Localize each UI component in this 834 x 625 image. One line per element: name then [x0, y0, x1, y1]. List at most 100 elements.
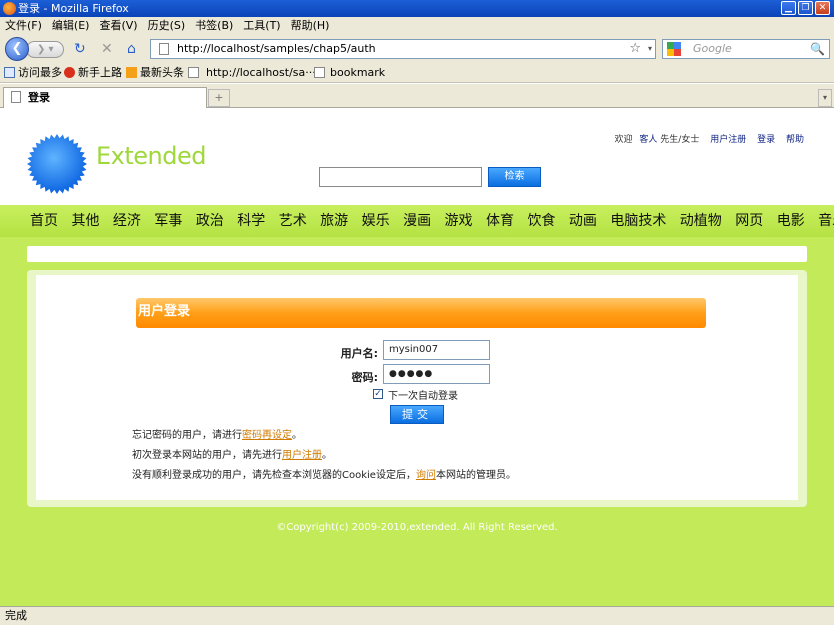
window-title: 登录 - Mozilla Firefox: [18, 2, 129, 15]
note-text: 本网站的管理员。: [435, 470, 516, 481]
menu-edit[interactable]: 编辑(E): [47, 17, 95, 35]
nav-item-military[interactable]: 军事: [154, 213, 182, 229]
nav-item-science[interactable]: 科学: [237, 213, 265, 229]
register-user-link[interactable]: 用户注册: [282, 450, 322, 461]
menu-view[interactable]: 查看(V): [94, 17, 142, 35]
tab-list-button[interactable]: ▾: [818, 89, 832, 107]
nav-item-comics[interactable]: 漫画: [403, 213, 431, 229]
new-tab-button[interactable]: +: [208, 89, 230, 107]
nav-item-web[interactable]: 网页: [735, 213, 763, 229]
web-page: Extended 欢迎 客人 先生/女士 用户注册 登录 帮助 检索 首页 其他…: [0, 108, 834, 606]
google-icon[interactable]: [667, 42, 681, 56]
reset-password-link[interactable]: 密码再设定: [242, 430, 292, 441]
help-link[interactable]: 帮助: [786, 135, 804, 145]
bookmark-label: 最新头条: [140, 66, 184, 79]
url-bar[interactable]: http://localhost/samples/chap5/auth ☆ ▾: [150, 39, 656, 59]
bookmarks-toolbar: 访问最多 新手上路 最新头条 http://localhost/sa··· bo…: [0, 62, 834, 83]
nav-item-animation[interactable]: 动画: [569, 213, 597, 229]
stop-icon[interactable]: ✕: [101, 41, 113, 57]
url-text: http://localhost/samples/chap5/auth: [177, 42, 376, 55]
logo-text: Extended: [96, 142, 207, 170]
username-input[interactable]: mysin007: [383, 340, 490, 360]
nav-item-travel[interactable]: 旅游: [320, 213, 348, 229]
status-bar: 完成: [0, 606, 834, 625]
register-link[interactable]: 用户注册: [710, 135, 746, 145]
page-icon: [188, 67, 199, 78]
login-link[interactable]: 登录: [757, 135, 775, 145]
nav-item-politics[interactable]: 政治: [196, 213, 224, 229]
navigation-toolbar: ❯ ▾ ❮ ↻ ✕ ⌂ http://localhost/samples/cha…: [0, 35, 834, 62]
menu-bookmarks[interactable]: 书签(B): [190, 17, 238, 35]
contact-admin-link[interactable]: 询问: [416, 470, 436, 481]
nav-item-home[interactable]: 首页: [30, 213, 58, 229]
remember-label: 下一次自动登录: [388, 391, 458, 402]
bookmark-most-visited[interactable]: 访问最多: [4, 62, 62, 83]
bookmark-getting-started[interactable]: 新手上路: [64, 62, 122, 83]
page-icon: [159, 43, 169, 55]
copyright-text: ©Copyright(c) 2009-2010,extended. All Ri…: [276, 522, 558, 533]
browser-search-input[interactable]: Google 🔍: [662, 39, 830, 59]
window-controls: ▁ ❐ ✕: [781, 1, 830, 15]
back-button[interactable]: ❮: [5, 37, 29, 61]
search-icon[interactable]: 🔍: [810, 40, 825, 58]
nav-item-food[interactable]: 饮食: [527, 213, 555, 229]
password-input[interactable]: ●●●●●: [383, 364, 490, 384]
nav-item-movies[interactable]: 电影: [777, 213, 805, 229]
rss-icon: [126, 67, 137, 78]
password-label: 密码:: [351, 371, 378, 384]
sir-text: 先生/女士: [660, 135, 700, 145]
firefox-icon: [3, 2, 16, 15]
nav-item-music[interactable]: 音乐: [818, 213, 834, 229]
bookmark-bookmark[interactable]: bookmark: [314, 62, 385, 83]
submit-button[interactable]: 提交: [390, 405, 444, 424]
site-search-button[interactable]: 检索: [488, 167, 541, 187]
bookmark-star-icon[interactable]: ☆: [629, 40, 641, 58]
logo-star-icon: [27, 134, 87, 194]
menu-tools[interactable]: 工具(T): [238, 17, 285, 35]
username-label: 用户名:: [340, 347, 378, 360]
note-text: 。: [292, 430, 302, 441]
bookmark-latest-headlines[interactable]: 最新头条: [126, 62, 184, 83]
note-cookie: 没有顺利登录成功的用户，请先检查本浏览器的Cookie设定后，询问本网站的管理员…: [132, 466, 516, 481]
remember-checkbox[interactable]: ✓: [373, 389, 383, 399]
minimize-button[interactable]: ▁: [781, 1, 796, 15]
nav-item-economy[interactable]: 经济: [113, 213, 141, 229]
bookmark-label: 新手上路: [78, 66, 122, 79]
nav-item-sports[interactable]: 体育: [486, 213, 514, 229]
nav-item-other[interactable]: 其他: [71, 213, 99, 229]
tab-bar: 登录 + ▾: [0, 84, 834, 108]
page-icon: [11, 91, 21, 103]
url-dropdown-icon[interactable]: ▾: [648, 40, 652, 58]
menu-bar: 文件(F) 编辑(E) 查看(V) 历史(S) 书签(B) 工具(T) 帮助(H…: [0, 17, 834, 35]
nav-item-nature[interactable]: 动植物: [680, 213, 722, 229]
guest-link[interactable]: 客人: [639, 135, 657, 145]
window-titlebar: 登录 - Mozilla Firefox ▁ ❐ ✕: [0, 0, 834, 17]
home-icon[interactable]: ⌂: [127, 41, 136, 57]
tab-login[interactable]: 登录: [3, 87, 207, 108]
browser-search-placeholder: Google: [693, 42, 732, 55]
nav-item-games[interactable]: 游戏: [445, 213, 473, 229]
site-search-input[interactable]: [319, 167, 482, 187]
note-text: 忘记密码的用户，请进行: [132, 430, 242, 441]
site-header: Extended 欢迎 客人 先生/女士 用户注册 登录 帮助 检索: [0, 108, 834, 205]
note-text: 初次登录本网站的用户，请先进行: [132, 450, 282, 461]
menu-history[interactable]: 历史(S): [143, 17, 191, 35]
nav-item-entertainment[interactable]: 娱乐: [362, 213, 390, 229]
login-panel-body: 用户登录 用户名: mysin007 密码: ●●●●● ✓ 下一次自动登录 提…: [36, 275, 798, 500]
tab-label: 登录: [28, 91, 50, 104]
menu-help[interactable]: 帮助(H): [286, 17, 335, 35]
bookmark-localhost[interactable]: http://localhost/sa···: [188, 62, 316, 83]
nav-item-art[interactable]: 艺术: [279, 213, 307, 229]
category-nav: 首页 其他 经济 军事 政治 科学 艺术 旅游 娱乐 漫画 游戏 体育 饮食 动…: [0, 205, 834, 237]
close-button[interactable]: ✕: [815, 1, 830, 15]
welcome-text: 欢迎: [614, 135, 633, 145]
nav-item-computing[interactable]: 电脑技术: [610, 213, 666, 229]
menu-file[interactable]: 文件(F): [0, 17, 47, 35]
note-text: 。: [322, 450, 332, 461]
login-title: 用户登录: [136, 298, 706, 328]
reload-icon[interactable]: ↻: [74, 41, 86, 57]
forward-button[interactable]: ❯ ▾: [26, 41, 64, 58]
status-text: 完成: [5, 609, 27, 622]
bookmark-label: 访问最多: [18, 66, 62, 79]
maximize-button[interactable]: ❐: [798, 1, 813, 15]
